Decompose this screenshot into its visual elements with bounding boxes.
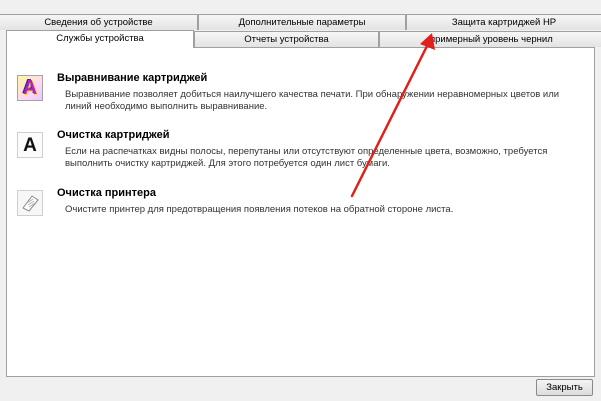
tab-ink-levels[interactable]: примерный уровень чернил [379, 31, 601, 47]
service-title[interactable]: Выравнивание картриджей [57, 72, 207, 84]
cartridge-clean-icon[interactable]: A [17, 132, 43, 158]
device-services-panel: A Выравнивание картриджей Выравнивание п… [6, 47, 595, 377]
close-button[interactable]: Закрыть [536, 379, 593, 396]
cartridge-align-icon[interactable]: A [17, 75, 43, 101]
tab-cartridge-protection[interactable]: Защита картриджей HP [406, 14, 601, 30]
tab-label: Дополнительные параметры [238, 17, 366, 28]
tab-device-info[interactable]: Сведения об устройстве [0, 14, 198, 30]
tab-label: Службы устройства [56, 33, 144, 44]
service-title[interactable]: Очистка картриджей [57, 129, 169, 141]
tab-device-reports[interactable]: Отчеты устройства [194, 31, 379, 47]
tab-label: Отчеты устройства [244, 34, 329, 45]
tab-label: Сведения об устройстве [44, 17, 153, 28]
service-description: Выравнивание позволяет добиться наилучше… [65, 89, 560, 112]
service-description: Если на распечатках видны полосы, перепу… [65, 146, 548, 169]
printer-toolbox-dialog: Сведения об устройстве Дополнительные па… [0, 0, 601, 401]
service-description: Очистите принтер для предотвращения появ… [65, 204, 454, 215]
tab-label: примерный уровень чернил [430, 34, 553, 45]
printer-clean-icon[interactable] [17, 190, 43, 216]
tab-advanced-settings[interactable]: Дополнительные параметры [198, 14, 406, 30]
tab-device-services[interactable]: Службы устройства [6, 30, 194, 48]
tab-label: Защита картриджей HP [451, 17, 557, 28]
service-title[interactable]: Очистка принтера [57, 187, 156, 199]
